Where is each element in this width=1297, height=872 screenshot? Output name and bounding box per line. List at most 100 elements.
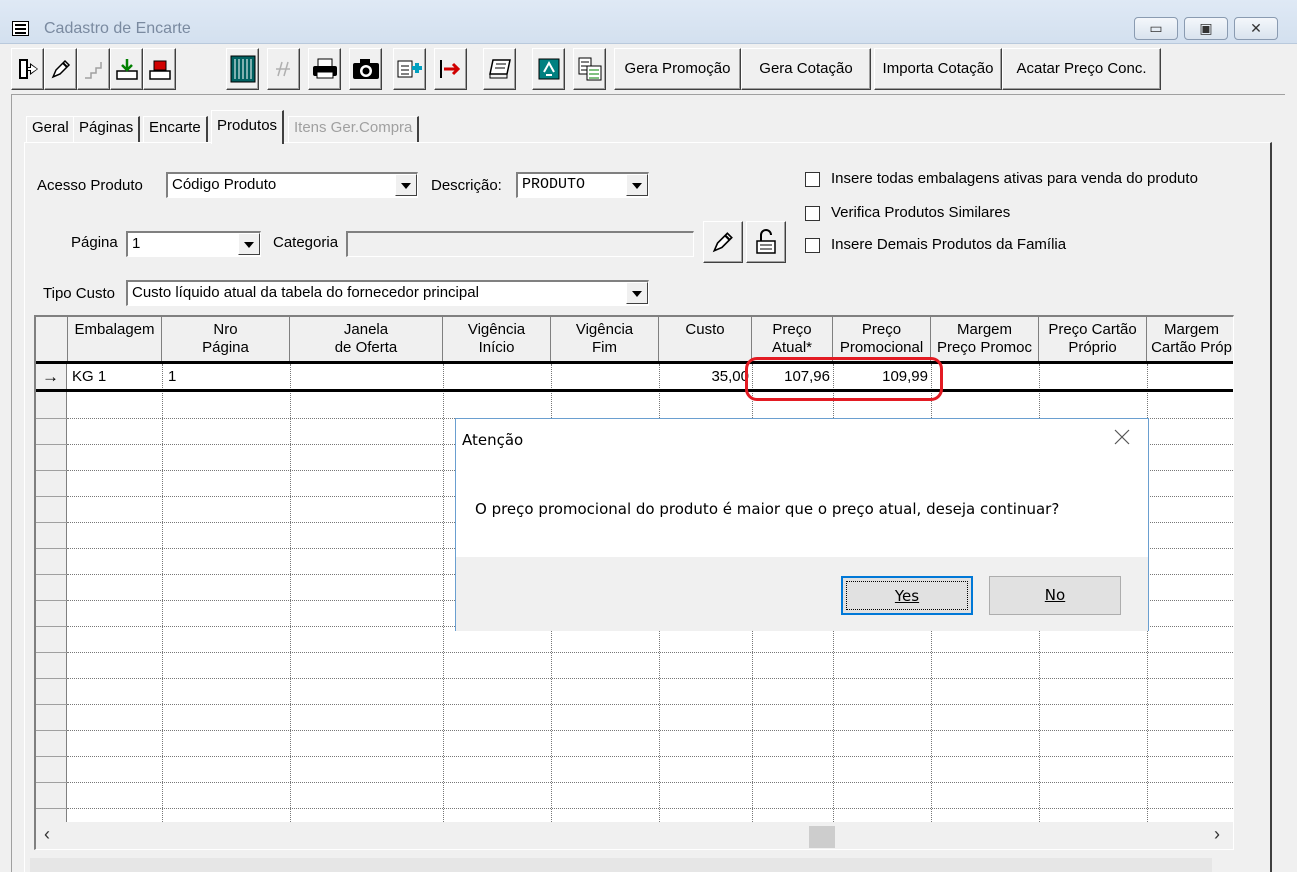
export-button[interactable] xyxy=(143,48,176,90)
transfer-button[interactable] xyxy=(434,48,467,90)
camera-button[interactable] xyxy=(349,48,382,90)
tipo-custo-select[interactable]: Custo líquido atual da tabela do fornece… xyxy=(126,280,649,306)
close-icon xyxy=(1114,429,1130,445)
chevron-down-icon[interactable] xyxy=(238,233,260,255)
acesso-produto-select[interactable]: Código Produto xyxy=(166,172,418,198)
descricao-select[interactable]: PRODUTO xyxy=(516,172,649,198)
yes-button[interactable]: Yes xyxy=(841,576,973,615)
columns-button[interactable] xyxy=(226,48,259,90)
scroll-right-arrow-icon[interactable]: › xyxy=(1214,824,1220,845)
header-indicator xyxy=(36,317,68,361)
disabled-stairs-button[interactable] xyxy=(77,48,110,90)
import-button[interactable] xyxy=(110,48,143,90)
grid-header: Embalagem Nro Página Janela de Oferta Vigê… xyxy=(36,317,1233,364)
exit-button[interactable] xyxy=(11,48,44,90)
row-divider xyxy=(67,730,1233,731)
cell-preco-promocional[interactable]: 109,99 xyxy=(833,367,928,387)
indicator-divider xyxy=(36,808,67,809)
close-button[interactable]: ✕ xyxy=(1234,17,1278,40)
tab-produtos[interactable]: Produtos xyxy=(211,110,285,144)
header-preco-cartao-proprio[interactable]: Preço Cartão Próprio xyxy=(1039,317,1147,361)
export-tray-icon xyxy=(148,60,171,80)
col-divider xyxy=(443,364,444,822)
header-embalagem[interactable]: Embalagem xyxy=(68,317,162,361)
gera-cotacao-button[interactable]: Gera Cotação xyxy=(741,48,871,90)
header-margem-preco-promoc[interactable]: Margem Preço Promoc xyxy=(931,317,1039,361)
add-item-button[interactable] xyxy=(393,48,426,90)
window-title: Cadastro de Encarte xyxy=(44,20,191,37)
header-vigencia-fim[interactable]: Vigência Fim xyxy=(551,317,659,361)
scrollbar-thumb[interactable] xyxy=(809,826,835,848)
chk-familia-checkbox[interactable] xyxy=(805,238,820,253)
cell-preco-atual[interactable]: 107,96 xyxy=(752,367,830,387)
minimize-button[interactable]: ▭ xyxy=(1134,17,1178,40)
unlock-clear-icon xyxy=(756,229,776,254)
acatar-preco-button[interactable]: Acatar Preço Conc. xyxy=(1002,48,1161,90)
print-button[interactable] xyxy=(308,48,341,90)
categoria-clear-button[interactable] xyxy=(746,221,786,263)
disabled-script-button[interactable] xyxy=(267,48,300,90)
horizontal-scrollbar[interactable]: ‹ › xyxy=(36,822,1233,849)
categoria-field[interactable] xyxy=(346,231,694,257)
tab-paginas[interactable]: Páginas xyxy=(73,116,141,142)
no-button[interactable]: No xyxy=(989,576,1121,615)
edit-button[interactable] xyxy=(44,48,77,90)
indicator-divider xyxy=(36,548,67,549)
yes-button-label: Yes xyxy=(894,587,920,605)
header-custo[interactable]: Custo xyxy=(659,317,752,361)
cell-custo[interactable]: 35,00 xyxy=(659,367,749,387)
maximize-button[interactable]: ▣ xyxy=(1184,17,1228,40)
header-margem-cartao-proprio[interactable]: Margem Cartão Próp xyxy=(1147,317,1233,361)
tipo-custo-value: Custo líquido atual da tabela do fornece… xyxy=(132,284,479,301)
header-preco-promocional[interactable]: Preço Promocional xyxy=(833,317,931,361)
disabled-script-icon xyxy=(275,61,290,77)
indicator-divider xyxy=(36,678,67,679)
toolbar: Gera Promoção Gera Cotação Importa Cotaç… xyxy=(11,48,1171,90)
tab-geral[interactable]: Geral xyxy=(26,116,76,142)
header-nro-pagina[interactable]: Nro Página xyxy=(162,317,290,361)
tab-encarte[interactable]: Encarte xyxy=(143,116,208,142)
no-button-label: No xyxy=(1044,586,1066,604)
refresh-button[interactable] xyxy=(532,48,565,90)
indicator-divider xyxy=(36,704,67,705)
chevron-down-icon[interactable] xyxy=(395,174,417,196)
row-indicator-column xyxy=(36,364,67,822)
row-divider xyxy=(67,782,1233,783)
indicator-divider xyxy=(36,470,67,471)
header-vigencia-inicio[interactable]: Vigência Início xyxy=(443,317,551,361)
exit-door-icon xyxy=(18,59,38,79)
notes-button[interactable] xyxy=(483,48,516,90)
header-preco-atual[interactable]: Preço Atual* xyxy=(752,317,833,361)
indicator-divider xyxy=(36,496,67,497)
chk-similares-label: Verifica Produtos Similares xyxy=(831,204,1011,221)
chk-similares-checkbox[interactable] xyxy=(805,206,820,221)
gera-promocao-button[interactable]: Gera Promoção xyxy=(614,48,741,90)
tab-itens-ger-compra[interactable]: Itens Ger.Compra xyxy=(288,116,420,142)
descricao-label: Descrição: xyxy=(431,177,502,194)
indicator-divider xyxy=(36,574,67,575)
categoria-edit-button[interactable] xyxy=(703,221,743,263)
row-divider xyxy=(67,756,1233,757)
pagina-select[interactable]: 1 xyxy=(126,231,261,257)
scroll-left-arrow-icon[interactable]: ‹ xyxy=(44,824,50,845)
cell-nro-pagina[interactable]: 1 xyxy=(168,367,176,387)
indicator-divider xyxy=(36,626,67,627)
indicator-divider xyxy=(36,522,67,523)
edit-pencil-icon xyxy=(712,232,733,253)
row-divider xyxy=(67,704,1233,705)
col-divider xyxy=(290,364,291,822)
chevron-down-icon[interactable] xyxy=(626,174,648,196)
dialog-close-button[interactable] xyxy=(1112,427,1132,447)
columns-grid-icon xyxy=(230,55,255,83)
acesso-produto-label: Acesso Produto xyxy=(37,177,143,194)
camera-icon xyxy=(352,59,379,79)
header-janela-oferta[interactable]: Janela de Oferta xyxy=(290,317,443,361)
chk-embalagens-checkbox[interactable] xyxy=(805,172,820,187)
table-list-button[interactable] xyxy=(573,48,606,90)
chevron-down-icon[interactable] xyxy=(626,282,648,304)
importa-cotacao-button[interactable]: Importa Cotação xyxy=(874,48,1002,90)
dialog-message: O preço promocional do produto é maior q… xyxy=(475,500,1060,518)
notes-icon xyxy=(488,59,511,79)
cell-embalagem[interactable]: KG 1 xyxy=(72,367,106,387)
indicator-divider xyxy=(36,418,67,419)
